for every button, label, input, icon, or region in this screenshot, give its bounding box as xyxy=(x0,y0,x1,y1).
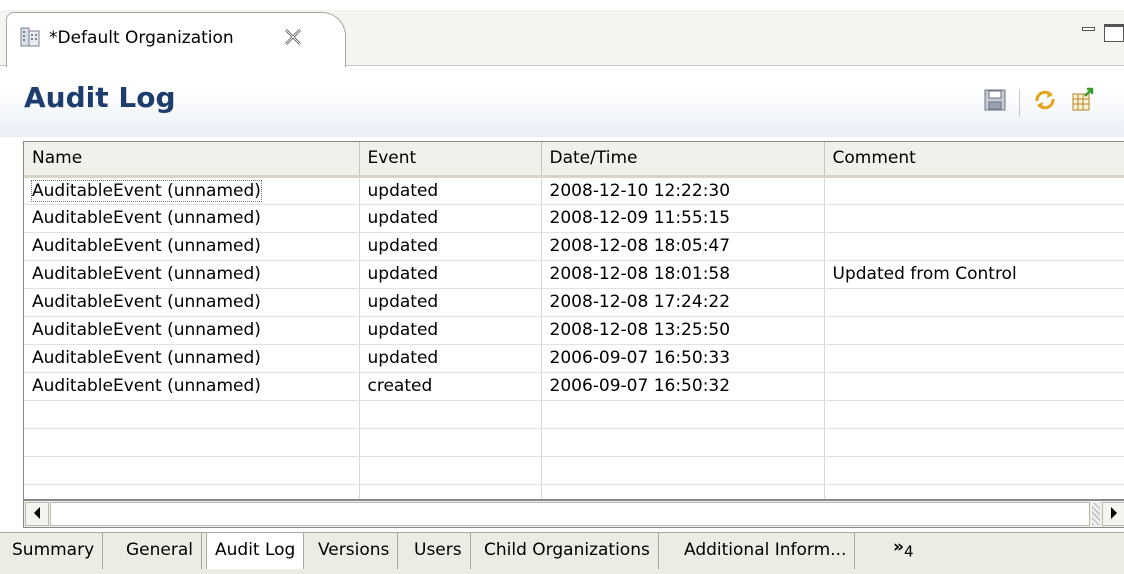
editor-tab-default-organization[interactable]: *Default Organization xyxy=(6,12,346,67)
scroll-left-button[interactable] xyxy=(25,502,49,526)
cell-name-text: AuditableEvent (unnamed) xyxy=(31,179,262,202)
cell-name: AuditableEvent (unnamed) xyxy=(24,260,360,289)
tab-strip-top xyxy=(0,0,1124,10)
table-row[interactable]: AuditableEvent (unnamed) updated 2008-12… xyxy=(24,232,1124,261)
more-tabs-count: 4 xyxy=(903,542,914,561)
table-row[interactable]: AuditableEvent (unnamed) updated 2008-12… xyxy=(24,260,1124,289)
cell-event: updated xyxy=(359,232,542,261)
scrollbar-thumb[interactable] xyxy=(50,502,1090,526)
cell-comment xyxy=(824,204,1124,233)
more-tabs-icon: » xyxy=(893,537,904,557)
cell-comment xyxy=(824,344,1124,373)
editor-tab-strip: *Default Organization xyxy=(0,0,1124,67)
save-button[interactable] xyxy=(980,87,1010,117)
tab-summary[interactable]: Summary xyxy=(4,533,104,569)
tab-audit-log[interactable]: Audit Log xyxy=(206,533,305,569)
form-header: Audit Log xyxy=(0,67,1124,137)
tab-additional-information[interactable]: Additional Inform... xyxy=(676,533,856,569)
tab-general[interactable]: General xyxy=(118,533,202,569)
cell-event: updated xyxy=(359,204,542,233)
cell-name: AuditableEvent (unnamed) xyxy=(24,176,360,205)
cell-comment: Updated from Control xyxy=(824,260,1124,289)
horizontal-scrollbar[interactable] xyxy=(23,500,1124,528)
close-icon[interactable] xyxy=(283,27,303,47)
editor-tab-title: *Default Organization xyxy=(49,28,234,48)
audit-log-table[interactable]: Name Event Date/Time Comment AuditableEv… xyxy=(23,141,1124,500)
cell-event: created xyxy=(359,372,542,401)
export-button[interactable] xyxy=(1068,87,1098,117)
cell-date-time: 2008-12-08 13:25:50 xyxy=(541,316,825,345)
cell-name: AuditableEvent (unnamed) xyxy=(24,372,360,401)
organization-icon xyxy=(19,26,41,48)
export-icon xyxy=(1070,87,1096,118)
cell-date-time: 2006-09-07 16:50:33 xyxy=(541,344,825,373)
more-tabs-button[interactable]: »4 xyxy=(893,537,914,560)
column-header-event[interactable]: Event xyxy=(359,142,542,178)
cell-date-time: 2008-12-08 17:24:22 xyxy=(541,288,825,317)
cell-date-time: 2008-12-09 11:55:15 xyxy=(541,204,825,233)
table-row[interactable]: AuditableEvent (unnamed) updated 2006-09… xyxy=(24,344,1124,373)
cell-date-time: 2008-12-08 18:05:47 xyxy=(541,232,825,261)
table-row[interactable]: AuditableEvent (unnamed) updated 2008-12… xyxy=(24,288,1124,317)
scroll-right-button[interactable] xyxy=(1102,502,1124,526)
cell-name: AuditableEvent (unnamed) xyxy=(24,288,360,317)
cell-comment xyxy=(824,316,1124,345)
cell-date-time: 2006-09-07 16:50:32 xyxy=(541,372,825,401)
cell-event: updated xyxy=(359,260,542,289)
tab-users[interactable]: Users xyxy=(406,533,471,569)
cell-comment xyxy=(824,288,1124,317)
table-row[interactable]: AuditableEvent (unnamed) updated 2008-12… xyxy=(24,176,1124,205)
table-header-row: Name Event Date/Time Comment xyxy=(24,142,1124,178)
cell-event: updated xyxy=(359,288,542,317)
empty-table-row xyxy=(24,456,1124,485)
cell-event: updated xyxy=(359,344,542,373)
cell-event: updated xyxy=(359,176,542,205)
cell-comment xyxy=(824,176,1124,205)
tab-child-organizations[interactable]: Child Organizations xyxy=(476,533,659,569)
arrow-right-icon xyxy=(1109,504,1119,524)
table-row[interactable]: AuditableEvent (unnamed) updated 2008-12… xyxy=(24,204,1124,233)
empty-table-row xyxy=(24,484,1124,499)
cell-date-time: 2008-12-08 18:01:58 xyxy=(541,260,825,289)
empty-table-row xyxy=(24,428,1124,457)
table-row[interactable]: AuditableEvent (unnamed) created 2006-09… xyxy=(24,372,1124,401)
cell-name: AuditableEvent (unnamed) xyxy=(24,344,360,373)
cell-name: AuditableEvent (unnamed) xyxy=(24,232,360,261)
arrow-left-icon xyxy=(32,504,42,524)
column-header-date-time[interactable]: Date/Time xyxy=(541,142,825,178)
toolbar-separator xyxy=(1019,89,1020,117)
refresh-button[interactable] xyxy=(1030,87,1060,117)
column-header-comment[interactable]: Comment xyxy=(824,142,1124,178)
maximize-icon[interactable] xyxy=(1104,24,1124,42)
tab-versions[interactable]: Versions xyxy=(310,533,399,569)
cell-date-time: 2008-12-10 12:22:30 xyxy=(541,176,825,205)
minimize-icon[interactable] xyxy=(1082,27,1095,31)
page-tab-bar: Summary General Audit Log Versions Users… xyxy=(0,532,1124,574)
cell-comment xyxy=(824,372,1124,401)
refresh-icon xyxy=(1032,87,1058,118)
save-icon xyxy=(983,88,1007,117)
cell-event: updated xyxy=(359,316,542,345)
cell-name: AuditableEvent (unnamed) xyxy=(24,204,360,233)
cell-name: AuditableEvent (unnamed) xyxy=(24,316,360,345)
cell-comment xyxy=(824,232,1124,261)
column-header-name[interactable]: Name xyxy=(24,142,360,178)
empty-table-row xyxy=(24,400,1124,429)
table-row[interactable]: AuditableEvent (unnamed) updated 2008-12… xyxy=(24,316,1124,345)
page-title: Audit Log xyxy=(24,81,176,114)
scrollbar-track[interactable] xyxy=(1092,503,1100,525)
